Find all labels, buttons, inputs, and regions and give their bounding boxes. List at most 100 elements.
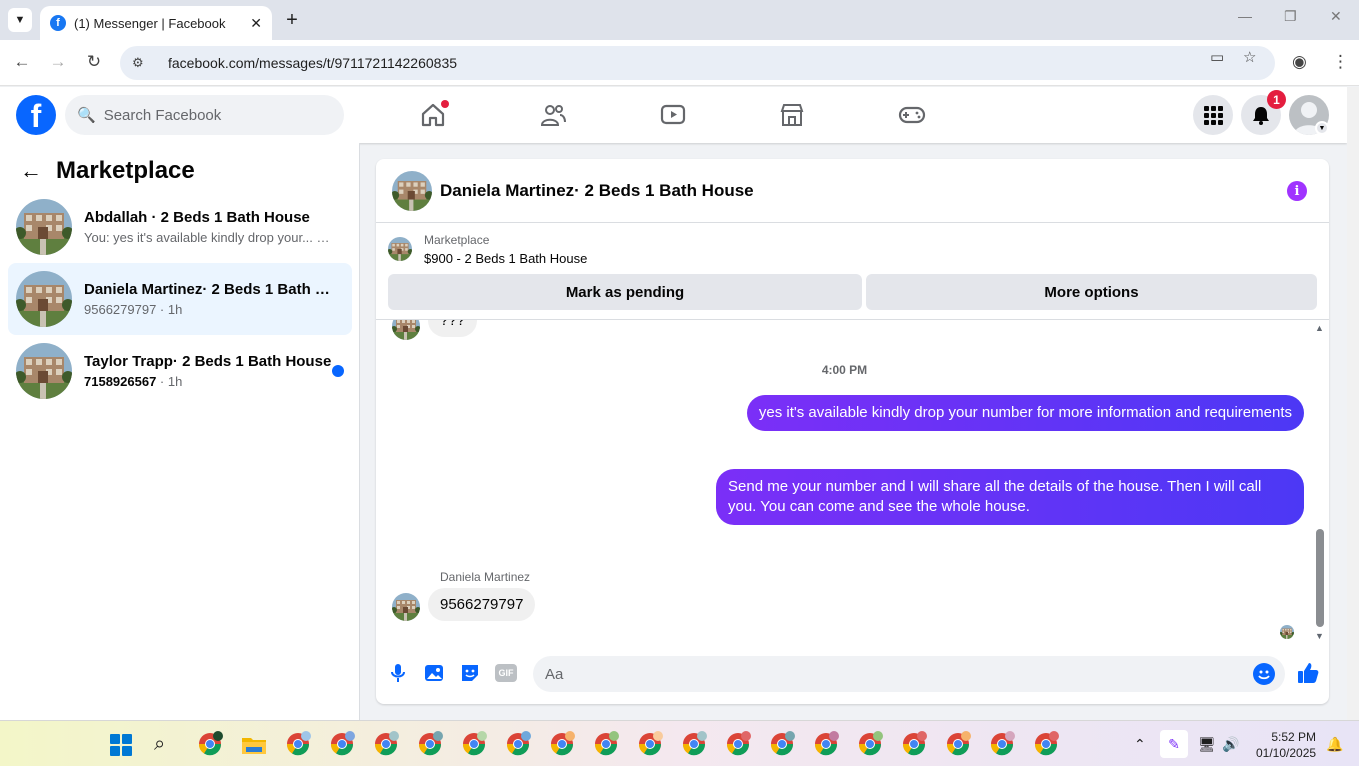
conversation-name: Daniela Martinez· 2 Beds 1 Bath H...: [84, 281, 332, 298]
chrome-icon[interactable]: [812, 730, 840, 758]
chevron-down-icon[interactable]: ▼: [1315, 121, 1329, 135]
notification-bell-icon[interactable]: 🔔: [1326, 736, 1343, 753]
more-options-button[interactable]: More options: [866, 274, 1317, 310]
listing-title: $900 - 2 Beds 1 Bath House: [424, 251, 588, 266]
facebook-logo-icon[interactable]: f: [16, 95, 56, 135]
page-scrollbar[interactable]: [1347, 87, 1359, 720]
conversation-preview: You: yes it's available kindly drop your…: [84, 230, 313, 245]
message-timestamp: 4:00 PM: [821, 363, 868, 377]
network-icon[interactable]: 🖥: [1198, 736, 1216, 753]
chrome-icon[interactable]: [636, 730, 664, 758]
close-window-icon[interactable]: ✕: [1330, 8, 1342, 25]
sidebar-title: Marketplace: [56, 157, 195, 184]
message-bubble-outgoing[interactable]: yes it's available kindly drop your numb…: [746, 395, 1304, 431]
file-explorer-icon[interactable]: [240, 730, 268, 758]
gif-icon[interactable]: GIF: [495, 664, 517, 682]
chrome-icon[interactable]: [680, 730, 708, 758]
pen-icon[interactable]: ✎: [1160, 730, 1188, 758]
emoji-icon[interactable]: [1253, 663, 1275, 685]
facebook-favicon-icon: f: [50, 15, 66, 31]
gaming-icon[interactable]: [898, 101, 926, 129]
message-bubble-incoming[interactable]: 9566279797: [428, 588, 536, 621]
install-app-icon[interactable]: ▭: [1210, 48, 1224, 66]
marketplace-icon[interactable]: [778, 101, 806, 129]
facebook-search-input[interactable]: 🔍 Search Facebook: [65, 95, 344, 135]
restore-icon[interactable]: ❐: [1284, 8, 1297, 25]
chrome-icon[interactable]: [372, 730, 400, 758]
listing-avatar: [16, 343, 72, 399]
chrome-icon[interactable]: [196, 730, 224, 758]
info-icon[interactable]: i: [1287, 181, 1307, 201]
message-composer: GIF Aa: [376, 654, 1329, 694]
bookmark-star-icon[interactable]: ☆: [1243, 48, 1256, 66]
search-placeholder: Search Facebook: [103, 106, 222, 124]
message-input-placeholder: Aa: [545, 665, 564, 683]
minimize-icon[interactable]: —: [1238, 8, 1252, 24]
chrome-icon[interactable]: [724, 730, 752, 758]
chrome-icon[interactable]: [944, 730, 972, 758]
volume-icon[interactable]: 🔊: [1222, 736, 1239, 753]
chrome-icon[interactable]: [1032, 730, 1060, 758]
sender-name: Daniela Martinez: [440, 570, 531, 584]
conversation-item[interactable]: Abdallah · 2 Beds 1 Bath House You: yes …: [8, 191, 352, 263]
chrome-icon[interactable]: [988, 730, 1016, 758]
site-info-icon[interactable]: ⚙: [132, 55, 150, 71]
chrome-icon[interactable]: [416, 730, 444, 758]
profile-icon[interactable]: ◉: [1292, 52, 1307, 72]
tab-title: (1) Messenger | Facebook: [74, 15, 226, 31]
chrome-icon[interactable]: [856, 730, 884, 758]
chat-avatar[interactable]: [392, 171, 432, 211]
microphone-icon[interactable]: [387, 662, 409, 684]
chrome-icon[interactable]: [548, 730, 576, 758]
video-icon[interactable]: [659, 101, 687, 129]
taskbar-search-icon[interactable]: ⌕: [154, 733, 165, 756]
photo-icon[interactable]: [423, 662, 445, 684]
back-icon[interactable]: ←: [11, 52, 33, 72]
message-bubble-outgoing[interactable]: Send me your number and I will share all…: [716, 469, 1304, 525]
menu-grid-button[interactable]: [1193, 95, 1233, 135]
listing-thumbnail: [388, 237, 412, 261]
mark-as-pending-button[interactable]: Mark as pending: [388, 274, 862, 310]
chrome-icon[interactable]: [504, 730, 532, 758]
conversation-item[interactable]: Taylor Trapp· 2 Beds 1 Bath House 715892…: [8, 335, 352, 407]
conversation-preview: 9566279797: [84, 302, 157, 317]
chat-panel: Daniela Martinez· 2 Beds 1 Bath House i …: [376, 159, 1329, 704]
message-input[interactable]: Aa: [533, 656, 1285, 692]
chrome-icon[interactable]: [284, 730, 312, 758]
chrome-icon[interactable]: [900, 730, 928, 758]
taskbar-clock[interactable]: 5:52 PM 01/10/2025: [1256, 729, 1316, 761]
address-bar[interactable]: ⚙ facebook.com/messages/t/97117211422608…: [120, 46, 1275, 80]
reload-icon[interactable]: ↻: [83, 52, 105, 72]
chrome-icon[interactable]: [768, 730, 796, 758]
windows-start-icon[interactable]: [110, 734, 132, 756]
sticker-icon[interactable]: [459, 662, 481, 684]
friends-icon[interactable]: [539, 101, 567, 129]
notification-badge: 1: [1267, 90, 1286, 109]
message-bubble-incoming[interactable]: ???: [428, 320, 478, 337]
back-arrow-icon[interactable]: ←: [20, 158, 42, 184]
chat-scrollbar[interactable]: ▲ ▼: [1313, 321, 1327, 643]
show-hidden-icons-icon[interactable]: ⌃: [1134, 736, 1146, 753]
chrome-icon[interactable]: [592, 730, 620, 758]
browser-toolbar: ← → ↻ ⚙ facebook.com/messages/t/97117211…: [0, 40, 1359, 86]
scroll-up-icon[interactable]: ▲: [1315, 323, 1324, 333]
facebook-header: f 🔍 Search Facebook 1 ▼: [0, 87, 1347, 143]
scroll-down-icon[interactable]: ▼: [1315, 631, 1324, 641]
conversation-item-active[interactable]: Daniela Martinez· 2 Beds 1 Bath H... 956…: [8, 263, 352, 335]
tab-close-icon[interactable]: ✕: [250, 15, 262, 32]
listing-banner[interactable]: Marketplace $900 - 2 Beds 1 Bath House: [388, 233, 587, 266]
listing-avatar: [16, 199, 72, 255]
chat-title[interactable]: Daniela Martinez· 2 Beds 1 Bath House: [440, 181, 754, 201]
chrome-icon[interactable]: [460, 730, 488, 758]
scrollbar-thumb[interactable]: [1316, 529, 1324, 627]
thumbs-up-icon[interactable]: [1296, 661, 1320, 685]
chrome-menu-icon[interactable]: ⋮: [1332, 52, 1349, 72]
forward-icon[interactable]: →: [47, 52, 69, 72]
conversation-time: · 1h: [156, 374, 183, 389]
browser-tab[interactable]: f (1) Messenger | Facebook ✕: [40, 6, 272, 40]
clock-time: 5:52 PM: [1271, 730, 1317, 744]
conversation-name: Taylor Trapp· 2 Beds 1 Bath House: [84, 353, 332, 370]
new-tab-button[interactable]: +: [282, 8, 302, 32]
chrome-icon[interactable]: [328, 730, 356, 758]
tab-search-button[interactable]: ▼: [8, 8, 32, 32]
